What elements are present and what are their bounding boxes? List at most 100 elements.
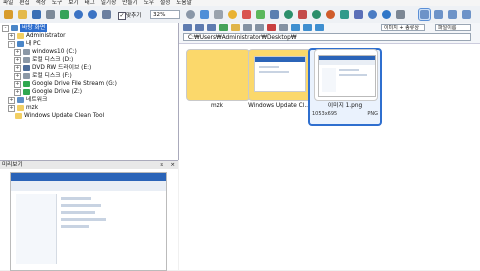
desktop-icon (11, 25, 18, 31)
tree-item-drive-g[interactable]: + Google Drive File Stream (G:) (14, 80, 117, 88)
user-button[interactable] (367, 9, 378, 20)
tree-item-drive-f[interactable]: + 로컬 디스크 (F:) (14, 72, 72, 80)
batch-button[interactable] (339, 9, 350, 20)
edit-button[interactable] (59, 9, 70, 20)
layout-button-1[interactable] (418, 8, 431, 21)
color-button[interactable] (241, 9, 252, 20)
drive-icon (23, 57, 30, 63)
tree-item-network[interactable]: + 네트워크 (8, 96, 47, 104)
file-tile-image[interactable]: 1053x695 PNG 이미지 1.png (308, 48, 382, 126)
pin-icon[interactable]: ⌅ (159, 161, 164, 169)
refresh-icon[interactable] (219, 24, 228, 31)
preview-image (10, 172, 167, 271)
rename-icon[interactable] (279, 24, 288, 31)
browse-mode-button[interactable] (3, 9, 14, 20)
forward-icon[interactable] (195, 24, 204, 31)
expand-icon: + (14, 88, 21, 96)
back-icon[interactable] (183, 24, 192, 31)
image-format: PNG (367, 111, 378, 117)
tree-item-desktop[interactable]: - 바탕 화면 (2, 24, 48, 32)
thumbnail-view-icon[interactable] (303, 24, 312, 31)
tree-item-label: 로컬 디스크 (F:) (32, 73, 72, 79)
delete-icon[interactable] (267, 24, 276, 31)
gear-icon (396, 10, 405, 19)
fit-label: 맞추기 (126, 13, 142, 19)
layout-icon (420, 10, 429, 19)
capture-button[interactable] (311, 9, 322, 20)
collapse-icon: - (8, 40, 15, 48)
zoom-select[interactable]: 32% (150, 10, 180, 19)
tree-item-label: windows10 (C:) (32, 49, 77, 55)
close-icon[interactable]: × (170, 161, 175, 169)
effects-button[interactable] (255, 9, 266, 20)
open-folder-icon (18, 10, 27, 19)
file-browser: 이미지 + 종류상 파일이름 C:₩Users₩Administrator₩De… (179, 23, 480, 270)
filter-icon[interactable] (291, 24, 300, 31)
preview-area (0, 169, 178, 271)
layout-icon (448, 10, 457, 19)
print-button[interactable] (45, 9, 56, 20)
drive-icon (23, 73, 30, 79)
web-button[interactable] (325, 9, 336, 20)
sort-select[interactable]: 이미지 + 종류상 (381, 24, 425, 31)
tree-item-drive-d[interactable]: + 로컬 디스크 (D:) (14, 56, 73, 64)
drive-icon (23, 49, 30, 55)
tree-item-drive-c[interactable]: + windows10 (C:) (14, 48, 77, 56)
layout-button-3[interactable] (447, 9, 458, 20)
tree-item-mzk[interactable]: + mzk (8, 104, 38, 112)
new-folder-icon[interactable] (231, 24, 240, 31)
fit-checkbox[interactable]: ✓ (118, 12, 126, 20)
print-icon (46, 10, 55, 19)
crop-button[interactable] (213, 9, 224, 20)
gdrive-icon (23, 89, 30, 95)
email-icon (298, 10, 307, 19)
convert-button[interactable] (283, 9, 294, 20)
network-icon (17, 97, 24, 103)
tree-item-drive-e[interactable]: + DVD RW 드라이브 (E:) (14, 64, 91, 72)
fullscreen-button[interactable] (461, 9, 472, 20)
effects-icon (256, 10, 265, 19)
path-input[interactable]: C:₩Users₩Administrator₩Desktop₩ (183, 33, 471, 41)
rotate-button[interactable] (185, 9, 196, 20)
copy-icon[interactable] (243, 24, 252, 31)
settings-button[interactable] (395, 9, 406, 20)
tree-item-my-pc[interactable]: - 내 PC (8, 40, 41, 48)
fit-screen-button[interactable] (101, 9, 112, 20)
rotate-icon (186, 10, 195, 19)
email-button[interactable] (297, 9, 308, 20)
path-bar: 이미지 + 종류상 파일이름 C:₩Users₩Administrator₩De… (179, 23, 480, 44)
tree-item-windows-update[interactable]: Windows Update Clean Tool (15, 112, 104, 120)
toolbar: ✓ 맞추기 32% (0, 6, 480, 24)
batch-icon (340, 10, 349, 19)
tag-button[interactable] (353, 9, 364, 20)
layout-button-2[interactable] (433, 9, 444, 20)
tree-item-label: Google Drive File Stream (G:) (32, 81, 117, 87)
zoom-in-button[interactable] (73, 9, 84, 20)
fullscreen-icon (462, 10, 471, 19)
tree-item-drive-z[interactable]: + Google Drive (Z:) (14, 88, 82, 96)
save-button[interactable] (31, 9, 42, 20)
tree-item-administrator[interactable]: + Administrator (8, 32, 66, 40)
list-view-icon[interactable] (315, 24, 324, 31)
tree-item-label: DVD RW 드라이브 (E:) (32, 65, 92, 71)
up-icon[interactable] (207, 24, 216, 31)
move-icon[interactable] (255, 24, 264, 31)
slideshow-button[interactable] (269, 9, 280, 20)
folder-icon (4, 10, 13, 19)
brightness-button[interactable] (227, 9, 238, 20)
open-button[interactable] (17, 9, 28, 20)
convert-icon (284, 10, 293, 19)
file-tile-windows-update[interactable]: Windows Update Cl... (243, 49, 315, 125)
tag-icon (354, 10, 363, 19)
tree-item-label: 로컬 디스크 (D:) (32, 57, 74, 63)
sun-icon (228, 10, 237, 19)
crop-icon (214, 10, 223, 19)
info-button[interactable] (381, 9, 392, 20)
view-select[interactable]: 파일이름 (435, 24, 471, 31)
folder-tree: - 바탕 화면 + Administrator - 내 PC + windows… (0, 23, 179, 160)
expand-icon: + (14, 72, 21, 80)
expand-icon: + (8, 96, 15, 104)
nav-button[interactable] (199, 9, 210, 20)
slideshow-icon (270, 10, 279, 19)
zoom-out-button[interactable] (87, 9, 98, 20)
